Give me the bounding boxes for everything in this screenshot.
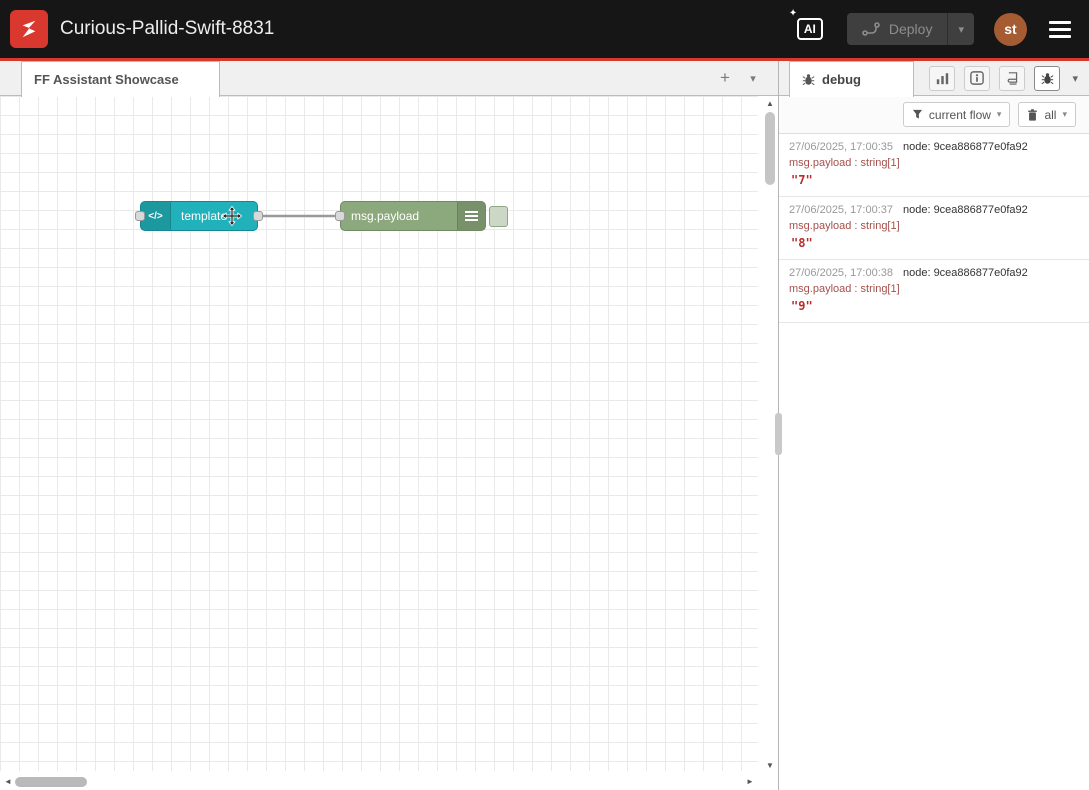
message-value: "8": [789, 236, 1079, 250]
tab-debug-icon-button[interactable]: [1034, 66, 1060, 91]
book-icon: [1006, 72, 1019, 85]
header-actions: ✦ AI Deploy ▾ st: [797, 13, 1073, 46]
debug-message[interactable]: 27/06/2025, 17:00:38 node: 9cea886877e0f…: [779, 260, 1089, 323]
debug-filter-label: current flow: [929, 108, 991, 122]
message-timestamp: 27/06/2025, 17:00:35: [789, 141, 893, 153]
message-node-id: node: 9cea886877e0fa92: [903, 204, 1028, 216]
debug-clear-label: all: [1044, 108, 1056, 122]
message-node-id: node: 9cea886877e0fa92: [903, 141, 1028, 153]
scroll-left-arrow[interactable]: ◄: [2, 776, 14, 788]
message-property[interactable]: msg.payload : string[1]: [789, 220, 1079, 232]
debug-filter-button[interactable]: current flow ▾: [903, 102, 1011, 127]
deploy-label: Deploy: [889, 21, 933, 37]
debug-message[interactable]: 27/06/2025, 17:00:37 node: 9cea886877e0f…: [779, 197, 1089, 260]
debug-node-icon: [457, 202, 485, 230]
debug-toggle-button[interactable]: [489, 206, 508, 227]
tab-debug[interactable]: debug: [789, 61, 914, 97]
node-red-app: Curious-Pallid-Swift-8831 ✦ AI Deploy ▾: [0, 0, 1089, 790]
message-timestamp: 27/06/2025, 17:00:37: [789, 204, 893, 216]
scroll-down-arrow[interactable]: ▼: [764, 760, 776, 772]
sidebar: debug: [779, 61, 1089, 790]
bar-chart-icon: [936, 72, 949, 85]
main-menu-button[interactable]: [1047, 17, 1073, 42]
template-node-icon: </>: [141, 202, 171, 230]
header: Curious-Pallid-Swift-8831 ✦ AI Deploy ▾: [0, 0, 1089, 61]
flowfuse-logo-glyph: [18, 18, 40, 40]
add-flow-button[interactable]: +: [714, 66, 736, 90]
ai-assistant-button[interactable]: ✦ AI: [797, 18, 823, 40]
canvas-grid: [0, 96, 758, 771]
ai-label: AI: [797, 18, 823, 40]
canvas-horizontal-scrollbar[interactable]: ◄ ►: [2, 776, 756, 788]
message-timestamp: 27/06/2025, 17:00:38: [789, 267, 893, 279]
trash-icon: [1027, 109, 1038, 121]
deploy-options-chevron[interactable]: ▾: [947, 13, 974, 45]
workspace-tabbar: FF Assistant Showcase + ▾: [0, 61, 778, 96]
workspace: FF Assistant Showcase + ▾ </> templa: [0, 61, 779, 790]
debug-node[interactable]: msg.payload: [340, 201, 486, 231]
template-input-port[interactable]: [135, 211, 145, 221]
debug-node-label: msg.payload: [341, 209, 429, 223]
sidebar-splitter-handle[interactable]: [775, 413, 782, 455]
tab-help-button[interactable]: [999, 66, 1025, 91]
tab-debug-label: debug: [822, 72, 861, 87]
template-node-label: template: [171, 209, 237, 223]
debug-message[interactable]: 27/06/2025, 17:00:35 node: 9cea886877e0f…: [779, 134, 1089, 197]
scroll-right-arrow[interactable]: ►: [744, 776, 756, 788]
horizontal-scroll-thumb[interactable]: [15, 777, 87, 787]
message-node-id: node: 9cea886877e0fa92: [903, 267, 1028, 279]
tab-dashboard-button[interactable]: [929, 66, 955, 91]
flow-list-chevron[interactable]: ▾: [742, 66, 764, 90]
tab-info-button[interactable]: [964, 66, 990, 91]
template-output-port[interactable]: [253, 211, 263, 221]
message-value: "7": [789, 173, 1079, 187]
debug-input-port[interactable]: [335, 211, 345, 221]
debug-toolbar: current flow ▾ all ▾: [779, 96, 1089, 134]
message-value: "9": [789, 299, 1079, 313]
sidebar-tabbar: debug: [779, 61, 1089, 96]
content: FF Assistant Showcase + ▾ </> templa: [0, 61, 1089, 790]
debug-message-list: 27/06/2025, 17:00:35 node: 9cea886877e0f…: [779, 134, 1089, 323]
vertical-scroll-thumb[interactable]: [765, 112, 775, 185]
bug-icon: [802, 73, 815, 86]
flow-tab-label: FF Assistant Showcase: [34, 72, 179, 87]
info-icon: [970, 71, 984, 85]
flowfuse-logo: [10, 10, 48, 48]
deploy-icon: [862, 22, 880, 36]
flow-tab[interactable]: FF Assistant Showcase: [21, 61, 220, 97]
sidebar-tabs-chevron[interactable]: ▾: [1069, 72, 1081, 85]
bug-icon: [1041, 72, 1054, 85]
filter-icon: [912, 109, 923, 120]
scroll-up-arrow[interactable]: ▲: [764, 98, 776, 110]
flow-canvas[interactable]: </> template msg.payload: [0, 96, 778, 790]
sparkle-icon: ✦: [789, 8, 797, 19]
message-property[interactable]: msg.payload : string[1]: [789, 283, 1079, 295]
page-title: Curious-Pallid-Swift-8831: [60, 18, 274, 40]
message-property[interactable]: msg.payload : string[1]: [789, 157, 1079, 169]
deploy-button[interactable]: Deploy ▾: [847, 13, 974, 45]
template-node[interactable]: </> template: [140, 201, 258, 231]
user-avatar[interactable]: st: [994, 13, 1027, 46]
debug-clear-button[interactable]: all ▾: [1018, 102, 1076, 127]
